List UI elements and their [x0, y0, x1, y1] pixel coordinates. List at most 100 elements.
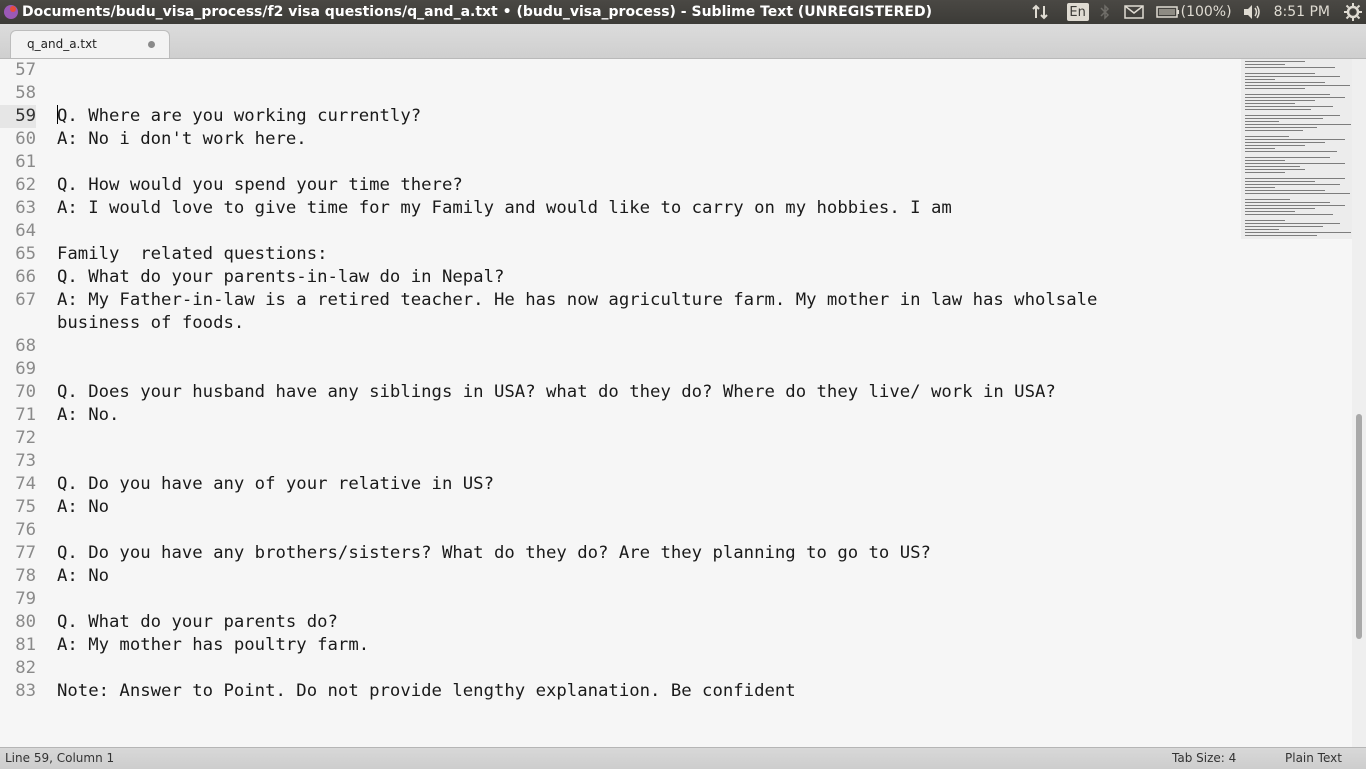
editor-line[interactable]: 74 Q. Do you have any of your relative in… — [0, 473, 1187, 496]
line-text[interactable]: Q. What do your parents-in-law do in Nep… — [57, 266, 1187, 289]
line-number: 81 — [15, 635, 36, 655]
minimap-line — [1245, 157, 1330, 158]
editor-line[interactable]: 61 — [0, 151, 1187, 174]
line-text[interactable] — [57, 335, 1187, 358]
line-text[interactable] — [57, 358, 1187, 381]
keyboard-layout-indicator[interactable]: En — [1066, 3, 1089, 21]
editor-line[interactable]: 72 — [0, 427, 1187, 450]
editor-line[interactable]: 62 Q. How would you spend your time there… — [0, 174, 1187, 197]
editor-line[interactable]: 73 — [0, 450, 1187, 473]
line-number: 64 — [15, 221, 36, 241]
line-text[interactable]: A: My mother has poultry farm. — [57, 634, 1187, 657]
minimap[interactable] — [1241, 59, 1352, 747]
line-text[interactable]: A: My Father-in-law is a retired teacher… — [57, 289, 1187, 335]
line-text[interactable] — [57, 450, 1187, 473]
editor-line[interactable]: 82 — [0, 657, 1187, 680]
editor-line[interactable]: 77 Q. Do you have any brothers/sisters? W… — [0, 542, 1187, 565]
line-text[interactable]: A: No — [57, 496, 1187, 519]
editor-line[interactable]: 76 — [0, 519, 1187, 542]
line-text[interactable]: Q. Do you have any of your relative in U… — [57, 473, 1187, 496]
line-number: 75 — [15, 497, 36, 517]
battery-icon[interactable] — [1155, 0, 1181, 24]
minimap-line — [1245, 199, 1290, 200]
editor-line[interactable]: 58 — [0, 82, 1187, 105]
top-panel: Documents/budu_visa_process/f2 visa ques… — [0, 0, 1366, 24]
editor-line[interactable]: 57 — [0, 59, 1187, 82]
line-text[interactable] — [57, 588, 1187, 611]
editor-line[interactable]: 79 — [0, 588, 1187, 611]
line-text[interactable] — [57, 519, 1187, 542]
status-bar: Line 59, Column 1 Tab Size: 4 Plain Text — [0, 747, 1366, 769]
editor-line[interactable]: 75 A: No — [0, 496, 1187, 519]
minimap-line — [1245, 103, 1295, 104]
sublime-app-icon — [2, 3, 20, 21]
minimap-line — [1245, 130, 1303, 131]
mail-icon[interactable] — [1121, 0, 1147, 24]
network-arrows-icon[interactable] — [1029, 0, 1051, 24]
editor-line[interactable]: 67 A: My Father-in-law is a retired teach… — [0, 289, 1187, 335]
settings-gear-icon[interactable] — [1342, 0, 1364, 24]
line-text[interactable]: A: I would love to give time for my Fami… — [57, 197, 1187, 220]
editor-line[interactable]: 70 Q. Does your husband have any siblings… — [0, 381, 1187, 404]
line-text[interactable] — [57, 657, 1187, 680]
line-text[interactable] — [57, 151, 1187, 174]
editor-line[interactable]: 71 A: No. — [0, 404, 1187, 427]
editor-line[interactable]: 69 — [0, 358, 1187, 381]
syntax-selector[interactable]: Plain Text — [1285, 751, 1342, 765]
minimap-line — [1245, 124, 1351, 125]
line-text[interactable]: Note: Answer to Point. Do not provide le… — [57, 680, 1187, 703]
window-title: Documents/budu_visa_process/f2 visa ques… — [22, 4, 932, 20]
minimap-line — [1245, 67, 1335, 68]
editor-line[interactable]: 64 — [0, 220, 1187, 243]
line-text[interactable] — [57, 82, 1187, 105]
line-text[interactable] — [57, 427, 1187, 450]
minimap-line — [1245, 232, 1351, 233]
editor-line[interactable]: 65 Family related questions: — [0, 243, 1187, 266]
editor-line[interactable]: 68 — [0, 335, 1187, 358]
line-text[interactable]: Family related questions: — [57, 243, 1187, 266]
line-number: 77 — [15, 543, 36, 563]
text-lines[interactable]: 57 58 59 Q. Where are you working currently… — [0, 59, 1187, 703]
line-text[interactable]: Q. How would you spend your time there? — [57, 174, 1187, 197]
editor-line[interactable]: 66 Q. What do your parents-in-law do in N… — [0, 266, 1187, 289]
minimap-line — [1245, 142, 1325, 143]
editor-line[interactable]: 63 A: I would love to give time for my Fa… — [0, 197, 1187, 220]
editor-line[interactable]: 81 A: My mother has poultry farm. — [0, 634, 1187, 657]
indicator-area: En (100%) 8:51 PM — [1029, 0, 1366, 24]
scrollbar-thumb[interactable] — [1356, 414, 1362, 639]
tab-size-selector[interactable]: Tab Size: 4 — [1172, 751, 1236, 765]
line-text[interactable]: Q. Where are you working currently? — [57, 105, 1187, 128]
clock[interactable]: 8:51 PM — [1274, 0, 1330, 24]
minimap-line — [1245, 79, 1275, 80]
line-text[interactable] — [57, 59, 1187, 82]
minimap-line — [1245, 214, 1333, 215]
editor-line[interactable]: 78 A: No — [0, 565, 1187, 588]
minimap-line — [1245, 223, 1340, 224]
line-number: 71 — [15, 405, 36, 425]
line-text[interactable]: Q. Does your husband have any siblings i… — [57, 381, 1187, 404]
minimap-line — [1245, 208, 1315, 209]
line-number: 57 — [15, 60, 36, 80]
unsaved-dot-icon[interactable] — [148, 41, 155, 48]
line-text[interactable]: A: No. — [57, 404, 1187, 427]
volume-icon[interactable] — [1240, 0, 1264, 24]
minimap-line — [1245, 202, 1330, 203]
line-text[interactable]: A: No i don't work here. — [57, 128, 1187, 151]
line-text[interactable]: Q. What do your parents do? — [57, 611, 1187, 634]
minimap-line — [1245, 118, 1323, 119]
bluetooth-icon[interactable] — [1095, 0, 1115, 24]
editor-line[interactable]: 59 Q. Where are you working currently? — [0, 105, 1187, 128]
editor-line[interactable]: 80 Q. What do your parents do? — [0, 611, 1187, 634]
line-text[interactable]: Q. Do you have any brothers/sisters? Wha… — [57, 542, 1187, 565]
minimap-line — [1245, 106, 1333, 107]
tab-q-and-a[interactable]: q_and_a.txt — [10, 30, 170, 58]
cursor-position: Line 59, Column 1 — [5, 751, 115, 765]
line-text[interactable]: A: No — [57, 565, 1187, 588]
line-text[interactable] — [57, 220, 1187, 243]
vertical-scrollbar[interactable] — [1352, 59, 1366, 747]
editor-line[interactable]: 83 Note: Answer to Point. Do not provide … — [0, 680, 1187, 703]
editor-line[interactable]: 60 A: No i don't work here. — [0, 128, 1187, 151]
line-number: 62 — [15, 175, 36, 195]
editor-area[interactable]: 57 58 59 Q. Where are you working currently… — [0, 59, 1352, 747]
line-number: 67 — [15, 290, 36, 310]
